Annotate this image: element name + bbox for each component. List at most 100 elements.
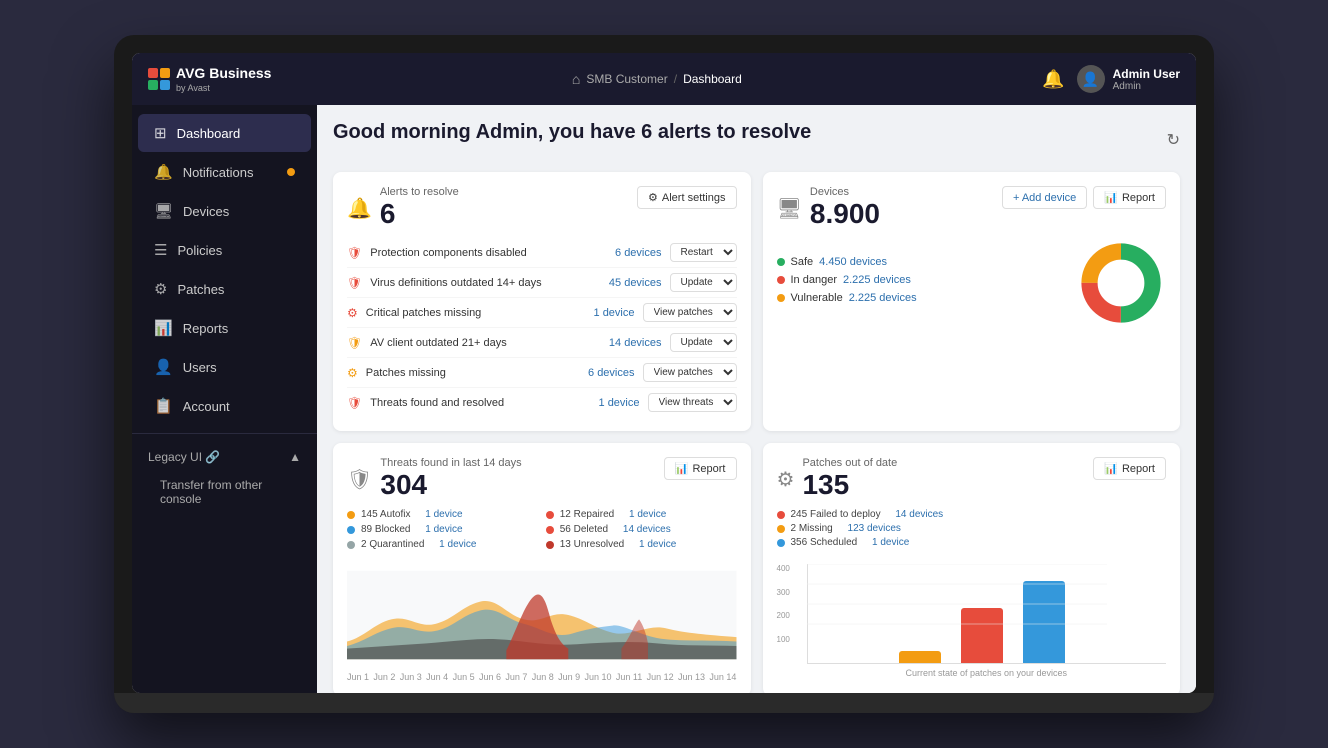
notification-icon[interactable]: 🔔 [1042,69,1064,90]
threats-report-button[interactable]: 📊 Report [664,457,737,480]
dashboard-icon: ⊞ [154,124,167,142]
alert-action-restart[interactable]: Restart [670,243,737,262]
alert-action-viewpatches2[interactable]: View patches [643,363,737,382]
sidebar-item-account[interactable]: 📋 Account [138,387,311,425]
y-axis-labels: 400 300 200 100 [777,564,790,658]
transfer-console-item[interactable]: Transfer from other console [132,472,317,512]
sidebar-label-patches: Patches [177,282,224,297]
sidebar-label-dashboard: Dashboard [177,126,241,141]
bar-failed [899,651,941,663]
main-content: Good morning Admin, you have 6 alerts to… [317,105,1196,693]
breadcrumb-sep: / [674,72,677,86]
top-bar: AVG Business by Avast ⌂ SMB Customer / D… [132,53,1196,105]
alert-row: 🛡 AV client outdated 21+ days 14 devices… [347,328,737,358]
legend-missing: 2 Missing 123 devices [777,523,1167,534]
legend-safe: Safe 4.450 devices [777,256,1065,268]
user-name: Admin User [1113,67,1180,81]
patch-legend: 245 Failed to deploy 14 devices 2 Missin… [777,509,1167,548]
page-title: Good morning Admin, you have 6 alerts to… [333,121,811,144]
alert-settings-button[interactable]: ⚙ Alert settings [637,186,736,209]
alerts-title-area: 🔔 Alerts to resolve 6 [347,186,459,230]
threats-area-chart [347,565,737,665]
settings-icon: ⚙ [648,191,658,204]
sidebar-label-account: Account [183,399,230,414]
legend-scheduled: 356 Scheduled 1 device [777,537,1167,548]
logo-sq-red [148,68,158,78]
user-role: Admin [1113,81,1180,92]
alert-action-viewthreats[interactable]: View threats [648,393,737,412]
sidebar-item-users[interactable]: 👤 Users [138,348,311,386]
notifications-icon: 🔔 [154,163,173,181]
breadcrumb-current: Dashboard [683,72,742,86]
bar-chart-container: 400 300 200 100 [777,556,1167,678]
user-info: 👤 Admin User Admin [1077,65,1180,93]
alert-icon-patches: ⚙ [347,306,358,320]
patches-card: ⚙ Patches out of date 135 📊 Report [763,443,1181,693]
reports-icon: 📊 [154,319,173,337]
chart-dates: Jun 1Jun 2Jun 3Jun 4Jun 5Jun 6Jun 7Jun 8… [347,672,737,682]
danger-dot [777,276,785,284]
sidebar-item-reports[interactable]: 📊 Reports [138,309,311,347]
vulnerable-dot [777,294,785,302]
sidebar-label-policies: Policies [177,243,222,258]
sidebar-label-users: Users [183,360,217,375]
threats-title-area: 🛡 Threats found in last 14 days 304 [347,457,522,501]
legend-autofix: 145 Autofix 1 device [347,509,538,520]
sidebar-item-notifications[interactable]: 🔔 Notifications [138,153,311,191]
patches-report-button[interactable]: 📊 Report [1093,457,1166,480]
sidebar-item-devices[interactable]: 🖥 Devices [138,192,311,230]
sidebar-label-devices: Devices [183,204,229,219]
sidebar: ⊞ Dashboard 🔔 Notifications 🖥 Devices ☰ … [132,105,317,693]
threats-card: 🛡 Threats found in last 14 days 304 📊 Re… [333,443,751,693]
brand-name: AVG Business [176,65,271,81]
user-details: Admin User Admin [1113,67,1180,92]
alert-row: 🛡 Protection components disabled 6 devic… [347,238,737,268]
sidebar-item-patches[interactable]: ⚙ Patches [138,270,311,308]
legend-quarantined: 2 Quarantined 1 device [347,539,538,550]
alert-icon-patchmissing: ⚙ [347,366,358,380]
legend-unresolved: 13 Unresolved 1 device [546,539,737,550]
breadcrumb: ⌂ SMB Customer / Dashboard [572,71,742,87]
legacy-toggle-icon: ▲ [289,450,301,464]
report-chart-icon: 📊 [1104,191,1118,204]
alert-icon-threats: 🛡 [347,396,362,410]
patches-card-icon: ⚙ [777,467,795,492]
home-icon[interactable]: ⌂ [572,71,580,87]
legacy-section: Legacy UI 🔗 ▲ Transfer from other consol… [132,433,317,512]
laptop-base [114,693,1214,713]
devices-card: 🖥 Devices 8.900 + Add device 📊 [763,172,1181,431]
add-device-button[interactable]: + Add device [1002,186,1087,209]
threats-count: 304 [380,469,521,501]
logo-sq-yellow [160,68,170,78]
devices-report-button[interactable]: 📊 Report [1093,186,1166,209]
alerts-card-header: 🔔 Alerts to resolve 6 ⚙ Alert settings [347,186,737,230]
alert-icon-protection: 🛡 [347,246,362,260]
threats-card-header: 🛡 Threats found in last 14 days 304 📊 Re… [347,457,737,501]
sidebar-item-policies[interactable]: ☰ Policies [138,231,311,269]
legacy-ui-header[interactable]: Legacy UI 🔗 ▲ [132,442,317,472]
devices-icon: 🖥 [154,202,173,220]
patches-label: Patches out of date [802,457,897,469]
bar-chart [807,564,1167,664]
breadcrumb-customer[interactable]: SMB Customer [586,72,667,86]
brand-sub: by Avast [176,83,271,93]
alert-action-viewpatches1[interactable]: View patches [643,303,737,322]
alert-action-update1[interactable]: Update [670,273,737,292]
policies-icon: ☰ [154,241,167,259]
logo-sq-green [148,80,158,90]
gridlines [807,564,1107,644]
devices-title-area: 🖥 Devices 8.900 [777,186,880,230]
alert-row: ⚙ Critical patches missing 1 device View… [347,298,737,328]
laptop-screen: AVG Business by Avast ⌂ SMB Customer / D… [132,53,1196,693]
refresh-button[interactable]: ↻ [1167,130,1180,150]
patches-card-header: ⚙ Patches out of date 135 📊 Report [777,457,1167,501]
avatar: 👤 [1077,65,1105,93]
legend-blocked: 89 Blocked 1 device [347,524,538,535]
sidebar-item-dashboard[interactable]: ⊞ Dashboard [138,114,311,152]
devices-card-icon: 🖥 [777,196,802,221]
bar-orange [899,651,941,663]
logo-area: AVG Business by Avast [148,65,271,93]
legend-deleted: 56 Deleted 14 devices [546,524,737,535]
alert-action-update2[interactable]: Update [670,333,737,352]
alerts-card-icon: 🔔 [347,196,372,221]
